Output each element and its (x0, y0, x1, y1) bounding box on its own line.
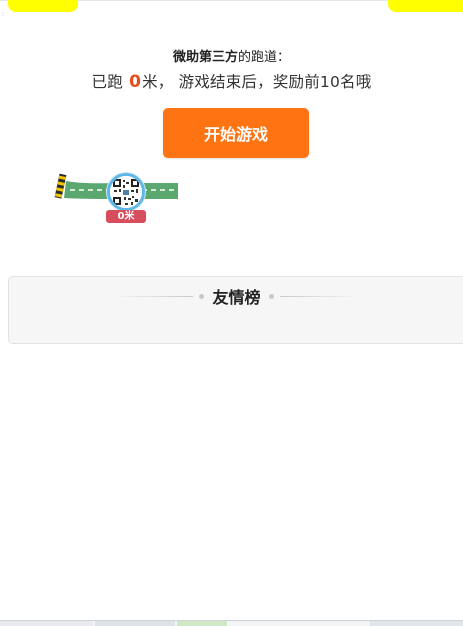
distance-value: 0 (129, 72, 142, 92)
start-game-button[interactable]: 开始游戏 (163, 108, 309, 158)
race-track: 0米 (52, 172, 182, 228)
runner-distance-badge: 0米 (106, 210, 146, 223)
ranking-dot-right (268, 293, 274, 299)
bottom-segment-3 (177, 621, 227, 626)
status-suffix: 米， 游戏结束后，奖励前10名哦 (142, 73, 372, 91)
bottom-segment-1 (0, 621, 93, 626)
bottom-segment-2 (95, 621, 175, 626)
ranking-title: 友情榜 (212, 288, 261, 307)
runner-avatar[interactable] (107, 173, 145, 211)
ranking-divider-left (113, 295, 194, 297)
track-owner-suffix: 的跑道： (238, 50, 291, 65)
game-page: : 微助第三方的跑道： 已跑 0米， 游戏结束后，奖励前10名哦 开始游戏 0米… (0, 0, 463, 626)
corner-mark: : (2, 11, 5, 18)
qr-code-icon (110, 176, 142, 208)
track-owner-title: 微助第三方的跑道： (0, 46, 463, 65)
ranking-dot-left (199, 293, 205, 299)
friendship-ranking-panel: 友情榜 (8, 276, 463, 344)
corner-tab-left (8, 0, 78, 12)
bottom-segment-4 (370, 621, 463, 626)
status-prefix: 已跑 (91, 73, 129, 91)
bottom-toolbar (0, 620, 463, 626)
corner-tab-right (388, 0, 463, 12)
track-owner-name: 微助第三方 (172, 50, 238, 65)
ranking-header: 友情榜 (9, 285, 463, 307)
run-status: 已跑 0米， 游戏结束后，奖励前10名哦 (0, 70, 463, 92)
ranking-divider-right (279, 295, 360, 297)
